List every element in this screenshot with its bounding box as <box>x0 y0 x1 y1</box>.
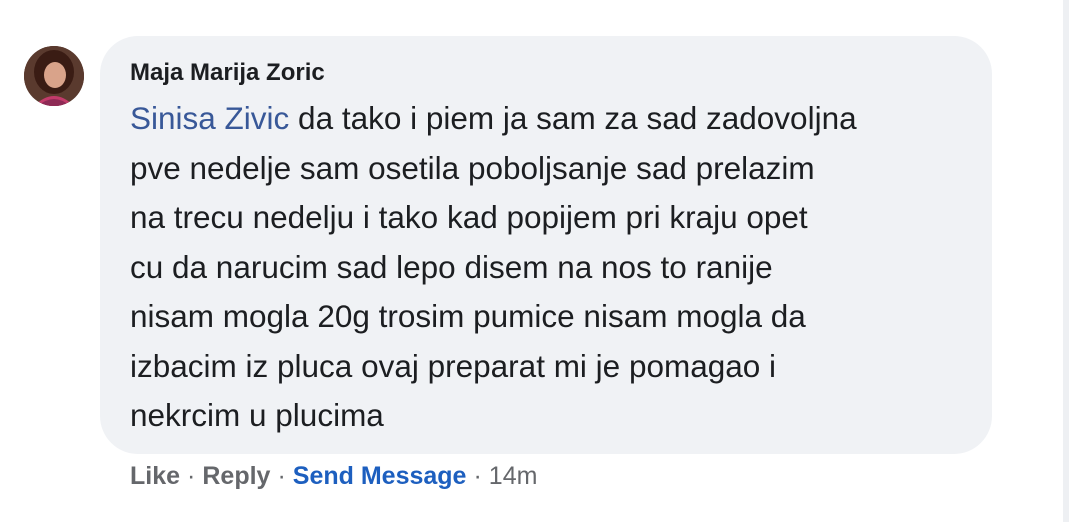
like-button[interactable]: Like <box>130 462 180 490</box>
mention-link[interactable]: Sinisa Zivic <box>130 100 289 136</box>
comment-line: nekrcim u plucima <box>130 397 384 433</box>
profile-photo-icon <box>24 46 84 106</box>
reply-button[interactable]: Reply <box>202 462 270 490</box>
separator: · <box>473 462 482 490</box>
comment-actions: Like · Reply · Send Message · 14m <box>130 458 537 494</box>
comment-line: nisam mogla 20g trosim pumice nisam mogl… <box>130 298 806 334</box>
comment-line: Sinisa Zivic da tako i piem ja sam za sa… <box>130 94 962 144</box>
comment-line: cu da narucim sad lepo disem na nos to r… <box>130 248 773 285</box>
page-edge <box>1063 0 1069 522</box>
comment-line-text: da tako i piem ja sam za sad zadovoljna <box>289 100 857 136</box>
separator: · <box>277 462 286 490</box>
send-message-button[interactable]: Send Message <box>293 462 467 490</box>
comment-line: na trecu nedelju i tako kad popijem pri … <box>130 199 808 235</box>
comment-text: Sinisa Zivic da tako i piem ja sam za sa… <box>130 94 962 441</box>
comment-author[interactable]: Maja Marija Zoric <box>130 58 962 92</box>
separator: · <box>187 462 196 490</box>
comment-line: izbacim iz pluca ovaj preparat mi je pom… <box>130 347 777 384</box>
avatar[interactable] <box>24 46 84 106</box>
comment-bubble: Maja Marija Zoric Sinisa Zivic da tako i… <box>100 36 992 454</box>
comment-line: pve nedelje sam osetila poboljsanje sad … <box>130 149 815 186</box>
comment-timestamp[interactable]: 14m <box>489 462 538 490</box>
